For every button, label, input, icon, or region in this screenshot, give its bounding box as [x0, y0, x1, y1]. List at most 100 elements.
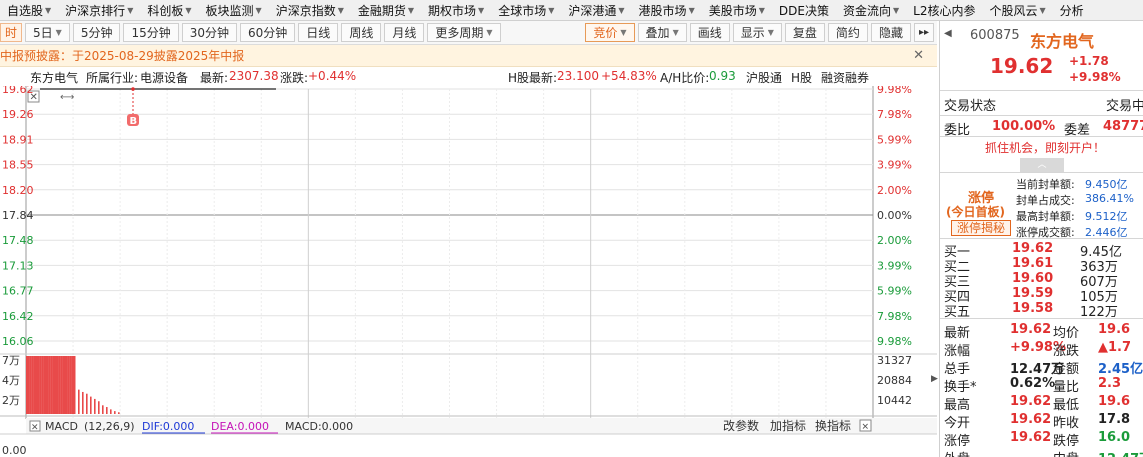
- panel-collapse-icon[interactable]: ▶: [931, 374, 938, 384]
- limit-stat-value: 9.450亿: [1085, 178, 1128, 191]
- period-button-1[interactable]: 5分钟: [72, 23, 121, 42]
- menu-item-1[interactable]: 沪深京排行 ▼: [58, 0, 140, 20]
- quote-value: 2.3: [1098, 376, 1122, 391]
- macd-value: MACD:0.000: [285, 420, 353, 433]
- pct-tick-label: 2.00%: [877, 184, 912, 197]
- h-share-label: H股最新:: [508, 71, 558, 85]
- industry-label: 所属行业:: [86, 71, 139, 85]
- prev-stock-icon[interactable]: ◀: [944, 28, 952, 39]
- tool-label: 叠加: [645, 26, 670, 40]
- intraday-chart[interactable]: 19.62 9.98%19.26 7.98%18.91 5.99%18.55 3.99%…: [0, 86, 937, 457]
- volume-bar: [65, 356, 68, 414]
- tool-label: 竞价: [593, 26, 618, 40]
- period-button-3[interactable]: 30分钟: [181, 23, 238, 42]
- quote-row: 涨幅 +9.98% 涨跌 ▲1.7: [940, 340, 1143, 359]
- volume-bar: [94, 398, 96, 414]
- tool-button-4[interactable]: 复盘: [784, 23, 825, 42]
- period-button-intraday[interactable]: 时: [0, 23, 23, 42]
- volume-bar: [67, 356, 70, 414]
- menu-item-8[interactable]: 沪深港通 ▼: [561, 0, 631, 20]
- volume-bar: [86, 393, 88, 414]
- menu-item-14[interactable]: 个股风云 ▼: [982, 0, 1052, 20]
- tool-buttons: 竞价 ▼ 叠加 ▼ 画线 显示 ▼ 复盘 简约 隐藏: [585, 23, 914, 42]
- limit-stat-label: 当前封单额:: [1016, 178, 1075, 191]
- range-handle-icon[interactable]: ⟷: [60, 92, 74, 103]
- bid-price: 19.60: [1012, 271, 1054, 286]
- report-notice-text: 中报预披露：于2025-08-29披露2025年中报: [0, 49, 245, 63]
- tool-button-1[interactable]: 叠加 ▼: [637, 23, 687, 42]
- caret-down-icon: ▼: [620, 28, 627, 37]
- macd-link-0[interactable]: 改参数: [723, 418, 759, 433]
- menu-item-label: L2核心内参: [913, 3, 976, 18]
- macd-label[interactable]: MACD: [45, 420, 78, 433]
- price-tick-label: 16.77: [2, 285, 34, 298]
- menu-item-9[interactable]: 港股市场 ▼: [632, 0, 702, 20]
- bid-price: 19.58: [1012, 301, 1054, 316]
- bid-row: 买二 19.61 363万: [940, 256, 1143, 275]
- period-button-8[interactable]: 更多周期 ▼: [427, 23, 501, 42]
- menu-item-3[interactable]: 板块监测 ▼: [199, 0, 269, 20]
- menu-item-6[interactable]: 期权市场 ▼: [421, 0, 491, 20]
- period-button-0[interactable]: 5日 ▼: [25, 23, 70, 42]
- period-button-6[interactable]: 周线: [341, 23, 382, 42]
- quote-label: 今开: [944, 416, 971, 431]
- link-margin-trading[interactable]: 融资融券: [821, 69, 869, 86]
- menu-item-11[interactable]: DDE决策: [772, 0, 836, 20]
- menu-item-2[interactable]: 科创板 ▼: [140, 0, 198, 20]
- volume-bar: [98, 401, 100, 414]
- period-button-7[interactable]: 月线: [384, 23, 425, 42]
- macd-dif: DIF:0.000: [142, 420, 194, 433]
- macd-link-2[interactable]: 换指标: [815, 418, 851, 433]
- period-buttons: 5日 ▼ 5分钟 15分钟 30分钟 60分钟 日线 周线 月线 更多周期 ▼: [25, 23, 504, 42]
- menu-item-label: 美股市场: [708, 3, 757, 18]
- menu-item-5[interactable]: 金融期货 ▼: [351, 0, 421, 20]
- period-button-2[interactable]: 15分钟: [123, 23, 179, 42]
- menu-item-15[interactable]: 分析: [1053, 0, 1091, 20]
- menu-item-12[interactable]: 资金流向 ▼: [836, 0, 906, 20]
- divider: [940, 172, 1143, 173]
- trade-status-row: 交易状态 交易中: [940, 95, 1143, 114]
- tool-button-5[interactable]: 简约: [827, 23, 868, 42]
- caret-down-icon: ▼: [55, 28, 62, 37]
- caret-down-icon: ▼: [767, 28, 774, 37]
- caret-down-icon: ▼: [127, 5, 134, 15]
- tool-button-3[interactable]: 显示 ▼: [732, 23, 782, 42]
- limit-stat-value: 9.512亿: [1085, 210, 1128, 223]
- menu-item-13[interactable]: L2核心内参: [906, 0, 982, 20]
- quote-label: 总手: [944, 362, 971, 377]
- menu-item-10[interactable]: 美股市场 ▼: [702, 0, 772, 20]
- quote-label: 涨幅: [944, 344, 971, 359]
- more-tools-icon[interactable]: ▸▸: [913, 23, 934, 42]
- macd-axis-label: 0.00: [2, 444, 27, 457]
- index-latest-value: 2307.38: [229, 69, 279, 83]
- tool-button-0[interactable]: 竞价 ▼: [585, 23, 635, 42]
- index-change-value: +0.44%: [308, 69, 357, 83]
- volume-bar: [69, 356, 72, 414]
- industry-link[interactable]: 电源设备: [140, 69, 188, 86]
- quote-label: 涨停: [944, 434, 971, 449]
- link-hk-connect[interactable]: 沪股通: [746, 69, 782, 86]
- period-button-4[interactable]: 60分钟: [240, 23, 296, 42]
- divider: [940, 90, 1143, 91]
- order-ratio-row: 委比100.00%委差48777: [940, 119, 1143, 138]
- link-h-share[interactable]: H股: [791, 69, 812, 86]
- caret-down-icon: ▼: [672, 28, 679, 37]
- close-icon: ✕: [30, 92, 38, 103]
- price-tick-label: 19.26: [2, 108, 34, 121]
- notice-close-icon[interactable]: ✕: [913, 48, 924, 63]
- tool-button-2[interactable]: 画线: [689, 23, 730, 42]
- divider: [940, 136, 1143, 137]
- collapse-icon[interactable]: ︿: [1020, 158, 1064, 172]
- menu-item-4[interactable]: 沪深京指数 ▼: [269, 0, 351, 20]
- caret-down-icon: ▼: [255, 5, 262, 15]
- menu-item-7[interactable]: 全球市场 ▼: [491, 0, 561, 20]
- menu-item-0[interactable]: 自选股 ▼: [0, 0, 58, 20]
- period-button-5[interactable]: 日线: [298, 23, 339, 42]
- order-diff-value: 48777: [1103, 119, 1143, 134]
- open-account-banner[interactable]: 抓住机会，即刻开户！: [985, 139, 1105, 156]
- divider: [940, 238, 1143, 239]
- macd-link-1[interactable]: 加指标: [770, 418, 806, 433]
- trade-status-label: 交易状态: [944, 99, 997, 114]
- tool-button-6[interactable]: 隐藏: [870, 23, 911, 42]
- pct-tick-label: 0.00%: [877, 209, 912, 222]
